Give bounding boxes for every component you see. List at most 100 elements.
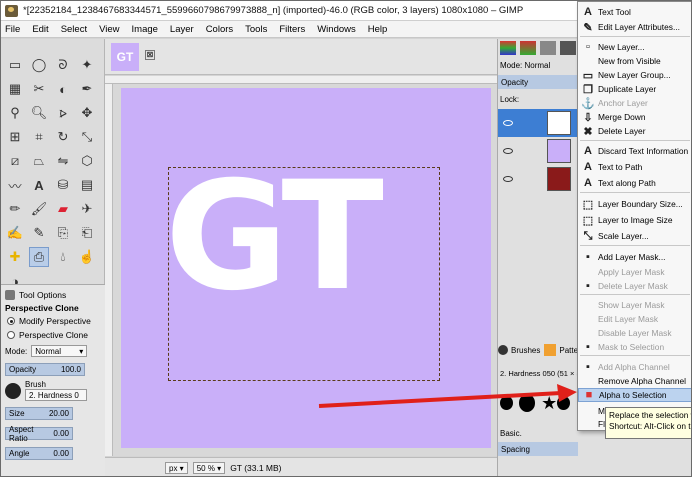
perspective-clone-active-icon[interactable]: ⎙ (29, 247, 49, 267)
menu-item-new-layer-group[interactable]: ▭ New Layer Group... (578, 68, 691, 82)
menu-item-anchor-layer[interactable]: ⚓ Anchor Layer (578, 96, 691, 110)
rotate-icon[interactable]: ↻ (53, 127, 73, 147)
menu-item-layer-to-image-size[interactable]: ⬚ Layer to Image Size (578, 213, 691, 227)
canvas-area[interactable]: GT (105, 76, 497, 456)
text-tool-icon[interactable]: A (29, 175, 49, 195)
layer-mode-value[interactable]: Normal (524, 61, 550, 70)
menu-item-merge-down[interactable]: ⇩ Merge Down (578, 110, 691, 124)
menu-item-add-alpha-channel[interactable]: ▪ Add Alpha Channel (578, 360, 691, 374)
brush-swatch[interactable] (518, 394, 536, 412)
menu-item-duplicate-layer[interactable]: ❐ Duplicate Layer (578, 82, 691, 96)
menu-view[interactable]: View (99, 24, 119, 35)
eraser-icon[interactable]: ▰ (53, 199, 73, 219)
brush-swatch[interactable] (557, 396, 570, 410)
brush-swatch[interactable] (500, 396, 513, 410)
aspect-ratio-slider[interactable]: Aspect Ratio 0.00 (5, 425, 73, 443)
foreground-select-icon[interactable]: ◐ (53, 79, 73, 99)
layer-row-fill[interactable] (498, 137, 578, 165)
brush-tag-row[interactable]: Basic. (500, 429, 522, 438)
menu-item-scale-layer[interactable]: ⤡ Scale Layer... (578, 229, 691, 243)
measure-icon[interactable]: ⦠ (53, 103, 73, 123)
crop-icon[interactable]: ⌗ (29, 127, 49, 147)
menu-layer[interactable]: Layer (170, 24, 194, 35)
menu-item-text-tool[interactable]: A Text Tool (578, 5, 691, 19)
blur-icon[interactable]: 💧︎ (53, 247, 73, 267)
menu-item-edit-layer-mask[interactable]: Edit Layer Mask (578, 312, 691, 326)
perspective-clone-icon[interactable]: ⎗ (77, 223, 97, 243)
menu-item-discard-text-info[interactable]: A Discard Text Information (578, 144, 691, 158)
paintbrush-icon[interactable]: 🖌︎ (29, 199, 49, 219)
free-select-icon[interactable]: ᘐ (53, 55, 73, 75)
color-select-icon[interactable]: ▦ (5, 79, 25, 99)
perspective-icon[interactable]: ⏢ (29, 151, 49, 171)
heal-icon[interactable]: ✚ (5, 247, 25, 267)
star-brush-icon[interactable]: ★ (541, 393, 557, 414)
menu-item-apply-layer-mask[interactable]: Apply Layer Mask (578, 265, 691, 279)
menu-item-edit-attributes[interactable]: ✎ Edit Layer Attributes... (578, 20, 691, 34)
airbrush-icon[interactable]: ✈ (77, 199, 97, 219)
visibility-eye-icon[interactable] (503, 148, 513, 154)
ink-icon[interactable]: ✍ (5, 223, 25, 243)
menu-tools[interactable]: Tools (245, 24, 267, 35)
fuzzy-select-icon[interactable]: ✦ (77, 55, 97, 75)
paths-tab-icon[interactable] (540, 41, 556, 55)
color-picker-icon[interactable]: ⚲ (5, 103, 25, 123)
menu-help[interactable]: Help (368, 24, 388, 35)
brush-grid[interactable]: ★ (500, 383, 576, 423)
menu-item-disable-layer-mask[interactable]: Disable Layer Mask (578, 326, 691, 340)
menu-item-mask-to-selection[interactable]: ▪ Mask to Selection (578, 340, 691, 354)
menu-item-text-along-path[interactable]: A Text along Path (578, 176, 691, 190)
angle-slider[interactable]: Angle 0.00 (5, 447, 73, 460)
menu-item-delete-layer-mask[interactable]: ▪ Delete Layer Mask (578, 279, 691, 293)
visibility-eye-icon[interactable] (503, 176, 513, 182)
brush-preview[interactable] (5, 382, 21, 399)
scale-icon[interactable]: ⤡ (77, 127, 97, 147)
scissors-icon[interactable]: ✂ (29, 79, 49, 99)
pencil-icon[interactable]: ✏ (5, 199, 25, 219)
flip-icon[interactable]: ⇋ (53, 151, 73, 171)
mypaint-brush-icon[interactable]: ✎ (29, 223, 49, 243)
menu-item-layer-boundary-size[interactable]: ⬚ Layer Boundary Size... (578, 197, 691, 211)
move-icon[interactable]: ✥ (77, 103, 97, 123)
rect-select-icon[interactable]: ▭ (5, 55, 25, 75)
shear-icon[interactable]: ⧄ (5, 151, 25, 171)
menu-item-add-layer-mask[interactable]: ▪ Add Layer Mask... (578, 250, 691, 264)
menu-image[interactable]: Image (132, 24, 158, 35)
smudge-icon[interactable]: ☝ (77, 247, 97, 267)
menu-item-remove-alpha-channel[interactable]: Remove Alpha Channel (578, 374, 691, 388)
tool-options-tab[interactable]: Tool Options (5, 289, 66, 301)
clone-icon[interactable]: ⎘ (53, 223, 73, 243)
close-tab-icon[interactable]: ⊠ (145, 50, 155, 60)
cage-icon[interactable]: ⬡ (77, 151, 97, 171)
zoom-select[interactable]: 50 % ▾ (192, 462, 226, 474)
image-tab-thumbnail[interactable]: GT (111, 43, 139, 71)
menu-item-new-layer[interactable]: ▫ New Layer... (578, 40, 691, 54)
menu-item-alpha-to-selection[interactable]: ■ Alpha to Selection (578, 388, 691, 402)
layer-row-photo[interactable] (498, 165, 578, 193)
radio-modify-perspective[interactable]: Modify Perspective (7, 316, 91, 326)
ellipse-select-icon[interactable]: ◯ (29, 55, 49, 75)
align-icon[interactable]: ⊞ (5, 127, 25, 147)
menu-item-delete-layer[interactable]: ✖ Delete Layer (578, 124, 691, 138)
opacity-slider[interactable]: Opacity 100.0 (5, 363, 85, 376)
size-slider[interactable]: Size 20.00 (5, 407, 73, 420)
menu-item-new-from-visible[interactable]: New from Visible (578, 54, 691, 68)
unit-select[interactable]: px ▾ (165, 462, 188, 474)
channels-tab-icon[interactable] (520, 41, 536, 55)
menu-select[interactable]: Select (61, 24, 87, 35)
brushes-tab[interactable]: Brushes (498, 345, 540, 355)
undo-tab-icon[interactable] (560, 41, 576, 55)
paths-icon[interactable]: ✒ (77, 79, 97, 99)
mode-select[interactable]: Normal ▾ (31, 345, 88, 357)
spacing-slider[interactable]: Spacing (498, 442, 578, 456)
layers-tab-icon[interactable] (500, 41, 516, 55)
brush-value[interactable]: 2. Hardness 0 (25, 389, 87, 401)
layer-row-text[interactable] (498, 109, 578, 137)
zoom-icon[interactable]: 🔍︎ (29, 103, 49, 123)
image-canvas[interactable]: GT (121, 88, 491, 448)
bucket-fill-icon[interactable]: ⛁ (53, 175, 73, 195)
layer-opacity-slider[interactable]: Opacity (498, 75, 578, 89)
menu-edit[interactable]: Edit (32, 24, 48, 35)
menu-item-text-to-path[interactable]: A Text to Path (578, 160, 691, 174)
warp-icon[interactable]: 〰 (5, 175, 25, 195)
